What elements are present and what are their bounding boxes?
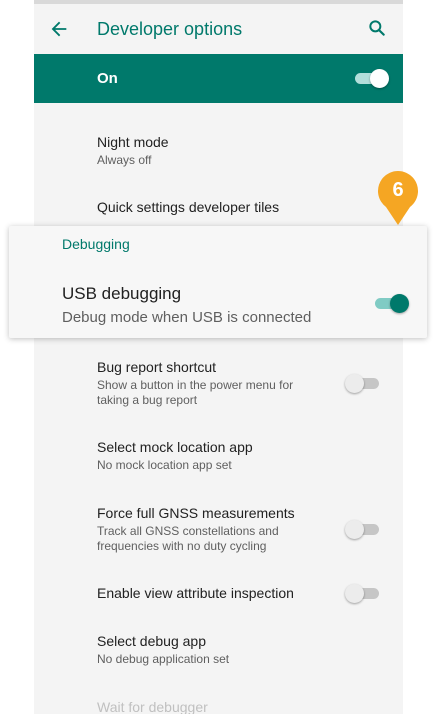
wait-for-debugger-item[interactable]: Wait for debugger <box>97 698 387 714</box>
usb-debugging-subtitle: Debug mode when USB is connected <box>62 309 312 326</box>
step-badge-number: 6 <box>392 179 403 201</box>
gnss-subtitle: Track all GNSS constellations and freque… <box>97 524 279 553</box>
master-toggle-bar[interactable]: On <box>34 54 403 103</box>
usb-debugging-switch[interactable] <box>373 293 409 313</box>
night-mode-subtitle: Always off <box>97 153 152 167</box>
bug-report-title: Bug report shortcut <box>97 359 217 375</box>
usb-debugging-title[interactable]: USB debugging <box>62 284 181 304</box>
gnss-switch[interactable] <box>345 519 381 539</box>
night-mode-item[interactable]: Night mode Always off <box>97 133 387 168</box>
bug-report-switch[interactable] <box>345 373 381 393</box>
bug-report-subtitle: Show a button in the power menu for taki… <box>97 378 294 407</box>
usb-debugging-highlight-card: Debugging USB debugging Debug mode when … <box>9 226 427 338</box>
gnss-title: Force full GNSS measurements <box>97 505 295 521</box>
debug-app-item[interactable]: Select debug app No debug application se… <box>97 632 387 667</box>
debug-app-subtitle: No debug application set <box>97 652 230 666</box>
quick-settings-tiles-title: Quick settings developer tiles <box>97 199 280 215</box>
night-mode-title: Night mode <box>97 134 169 150</box>
debugging-section-header: Debugging <box>62 236 130 252</box>
mock-location-title: Select mock location app <box>97 439 253 455</box>
quick-settings-tiles-item[interactable]: Quick settings developer tiles <box>97 198 387 216</box>
page-title: Developer options <box>97 19 243 39</box>
master-toggle-switch[interactable] <box>353 68 389 88</box>
step-badge: 6 <box>378 171 418 225</box>
app-bar: Developer options <box>34 4 403 54</box>
wait-for-debugger-title: Wait for debugger <box>97 699 208 714</box>
mock-location-subtitle: No mock location app set <box>97 458 232 472</box>
master-toggle-label: On <box>97 70 118 87</box>
view-attribute-title: Enable view attribute inspection <box>97 585 294 601</box>
view-attribute-item[interactable]: Enable view attribute inspection <box>97 584 387 602</box>
search-icon[interactable] <box>367 18 387 38</box>
view-attribute-switch[interactable] <box>345 583 381 603</box>
settings-screen: Developer options On Night mode Always o… <box>34 0 403 714</box>
gnss-measurements-item[interactable]: Force full GNSS measurements Track all G… <box>97 504 387 554</box>
debug-app-title: Select debug app <box>97 633 206 649</box>
arrow-back-icon[interactable] <box>48 18 70 40</box>
bug-report-shortcut-item[interactable]: Bug report shortcut Show a button in the… <box>97 358 387 408</box>
mock-location-item[interactable]: Select mock location app No mock locatio… <box>97 438 387 473</box>
